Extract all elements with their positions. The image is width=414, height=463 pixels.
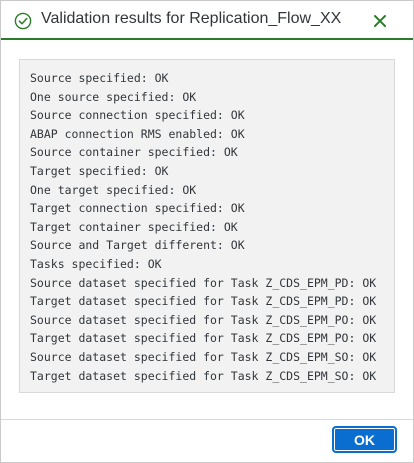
dialog-header: Validation results for Replication_Flow_… [1,1,413,40]
ok-button[interactable]: OK [333,427,396,452]
dialog-title: Validation results for Replication_Flow_… [41,10,342,27]
result-line: Target dataset specified for Task Z_CDS_… [30,331,377,346]
close-icon[interactable] [372,13,388,29]
result-line: ABAP connection RMS enabled: OK [30,126,245,141]
result-line: Source and Target different: OK [30,238,245,253]
result-line: Target dataset specified for Task Z_CDS_… [30,368,377,383]
check-circle-icon [14,12,32,30]
results-panel: Source specified: OK One source specified… [19,59,395,393]
result-line: Source dataset specified for Task Z_CDS_… [30,312,377,327]
result-line: Source connection specified: OK [30,108,245,123]
result-line: Source container specified: OK [30,145,238,160]
result-line: Target container specified: OK [30,219,238,234]
result-line: Source dataset specified for Task Z_CDS_… [30,275,377,290]
validation-dialog: Validation results for Replication_Flow_… [0,0,414,463]
result-line: Source dataset specified for Task Z_CDS_… [30,349,377,364]
results-list: Source specified: OK One source specified… [30,69,376,385]
result-line: Source specified: OK [30,71,169,85]
result-line: One source specified: OK [30,89,197,104]
result-line: Target connection specified: OK [30,201,245,216]
result-line: Target specified: OK [30,163,169,178]
result-line: Tasks specified: OK [30,256,162,271]
result-line: Target dataset specified for Task Z_CDS_… [30,294,377,309]
result-line: One target specified: OK [30,182,197,197]
